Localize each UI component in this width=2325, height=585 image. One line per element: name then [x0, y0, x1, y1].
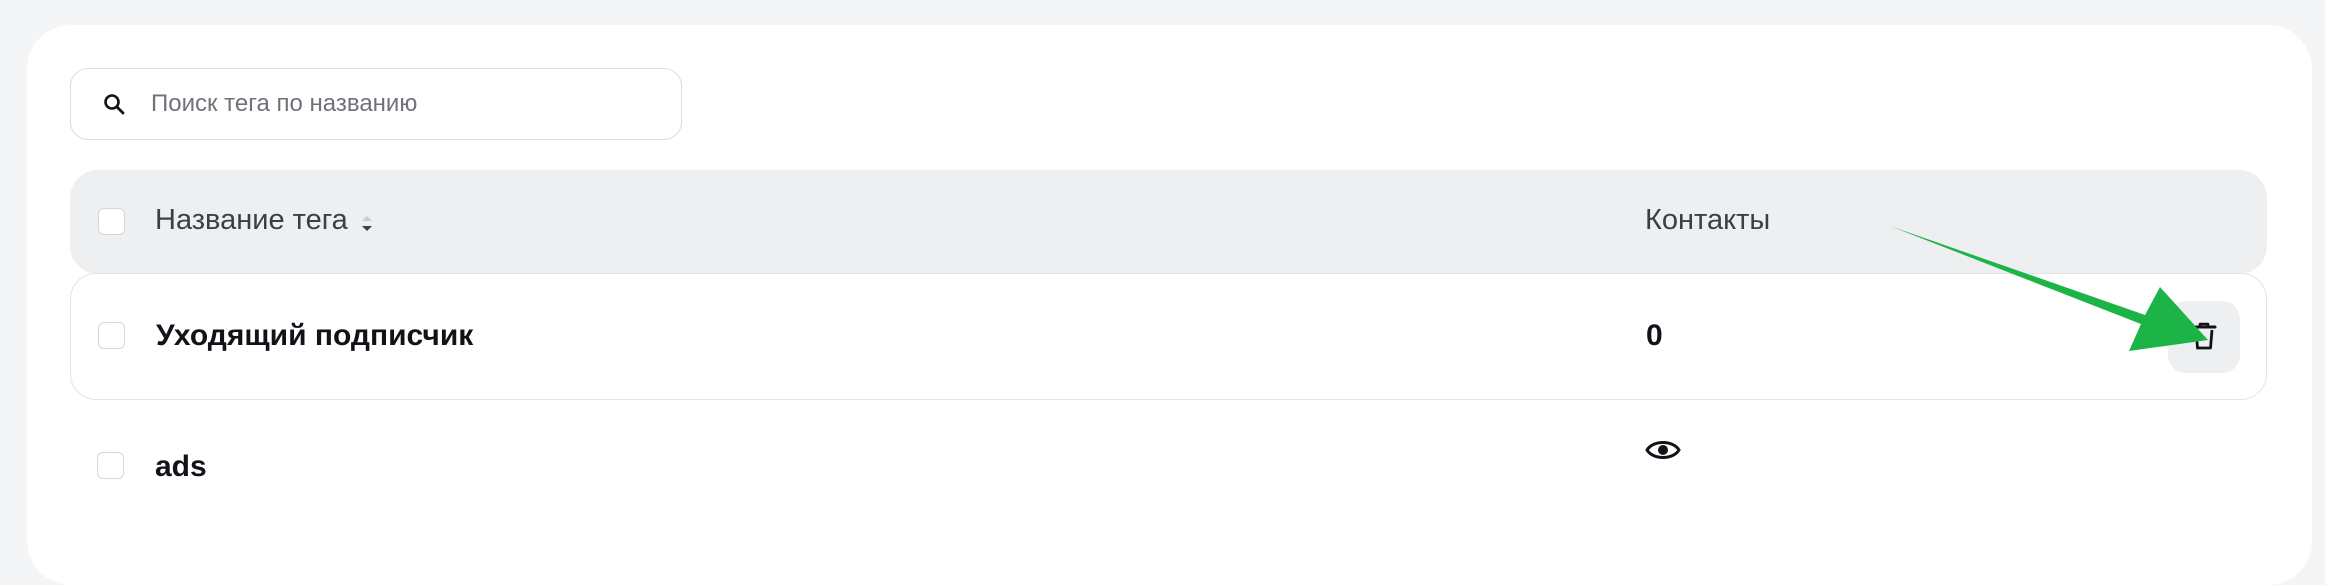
tag-name: ads — [155, 450, 207, 483]
eye-icon[interactable] — [1645, 437, 1681, 463]
row-checkbox[interactable] — [98, 322, 125, 349]
search-icon — [99, 89, 129, 119]
sort-desc-icon[interactable] — [360, 214, 374, 234]
row-checkbox[interactable] — [97, 452, 124, 479]
trash-icon — [2190, 320, 2218, 355]
tag-name: Уходящий подписчик — [156, 319, 474, 352]
search-input[interactable] — [151, 84, 651, 124]
table-row[interactable]: ads — [70, 400, 2267, 530]
column-header-contacts[interactable]: Контакты — [1645, 204, 1770, 237]
delete-tag-button[interactable] — [2168, 301, 2240, 373]
column-header-name-label: Название тега — [155, 204, 348, 236]
contacts-count: 0 — [1646, 319, 1663, 352]
table-header: Название тега Контакты — [70, 170, 2267, 274]
select-all-checkbox[interactable] — [98, 208, 125, 235]
column-header-name[interactable]: Название тега — [155, 204, 374, 237]
table-row[interactable]: Уходящий подписчик 0 — [70, 273, 2267, 400]
search-box[interactable] — [70, 68, 682, 140]
tags-card: Название тега Контакты Уходящий подписчи… — [27, 25, 2312, 585]
